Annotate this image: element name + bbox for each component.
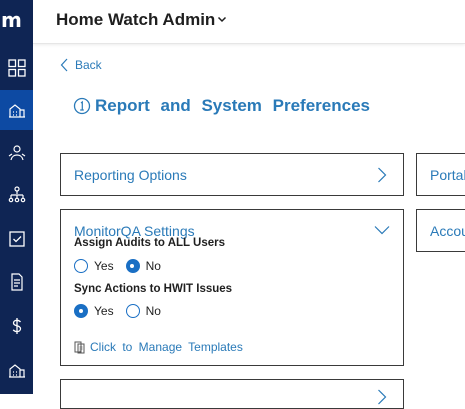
- assign-audits-no-radio[interactable]: [125, 259, 140, 273]
- sync-actions-radio-group: Yes No: [74, 304, 173, 318]
- account-label: Accou: [430, 223, 465, 239]
- dashboard-icon[interactable]: [0, 48, 33, 88]
- app-title[interactable]: Home Watch Admin: [56, 10, 215, 30]
- people-icon[interactable]: [0, 133, 33, 173]
- assign-audits-yes-label[interactable]: Yes: [94, 259, 114, 273]
- network-icon[interactable]: [0, 175, 33, 215]
- home-building-icon[interactable]: [0, 90, 33, 130]
- sync-actions-yes-radio[interactable]: [74, 304, 88, 318]
- assign-audits-label: Assign Audits to ALL Users: [74, 237, 226, 249]
- sync-actions-yes-label[interactable]: Yes: [94, 304, 114, 318]
- chevron-down-icon[interactable]: [374, 225, 390, 235]
- manage-templates-label: Click to Manage Templates: [90, 340, 243, 354]
- assign-audits-yes-radio[interactable]: [74, 259, 88, 273]
- template-icon: [74, 341, 85, 354]
- assign-audits-no-label[interactable]: No: [146, 259, 161, 273]
- chevron-right-icon: [378, 167, 387, 183]
- top-bar: Home Watch Admin: [33, 0, 465, 44]
- checkbox-icon[interactable]: [0, 219, 33, 259]
- back-label: Back: [75, 58, 102, 72]
- reporting-options-label: Reporting Options: [74, 167, 187, 183]
- sidebar: m: [0, 0, 33, 394]
- dollar-icon[interactable]: [0, 306, 33, 346]
- sync-actions-label: Sync Actions to HWIT Issues: [74, 283, 233, 295]
- manage-templates-link[interactable]: Click to Manage Templates: [73, 340, 243, 354]
- page-title: Report and System Preferences: [73, 96, 370, 116]
- portal-label: Portal: [430, 167, 465, 183]
- portal-card[interactable]: Portal: [416, 153, 465, 196]
- reporting-options-card[interactable]: Reporting Options: [60, 153, 404, 196]
- assign-audits-radio-group: Yes No: [74, 259, 173, 273]
- info-icon: [73, 97, 91, 115]
- page-title-text: Report and System Preferences: [95, 96, 370, 115]
- brand-logo[interactable]: m: [0, 0, 33, 42]
- document-icon[interactable]: [0, 262, 33, 302]
- chevron-left-icon: [60, 58, 68, 72]
- sync-actions-no-label[interactable]: No: [146, 304, 161, 318]
- account-card[interactable]: Accou: [416, 209, 465, 252]
- chevron-down-icon[interactable]: [216, 13, 228, 25]
- collapsed-settings-card[interactable]: [60, 379, 404, 409]
- building-icon[interactable]: [0, 350, 33, 390]
- sync-actions-no-radio[interactable]: [125, 304, 140, 318]
- chevron-right-icon: [378, 389, 387, 405]
- back-link[interactable]: Back: [60, 58, 102, 72]
